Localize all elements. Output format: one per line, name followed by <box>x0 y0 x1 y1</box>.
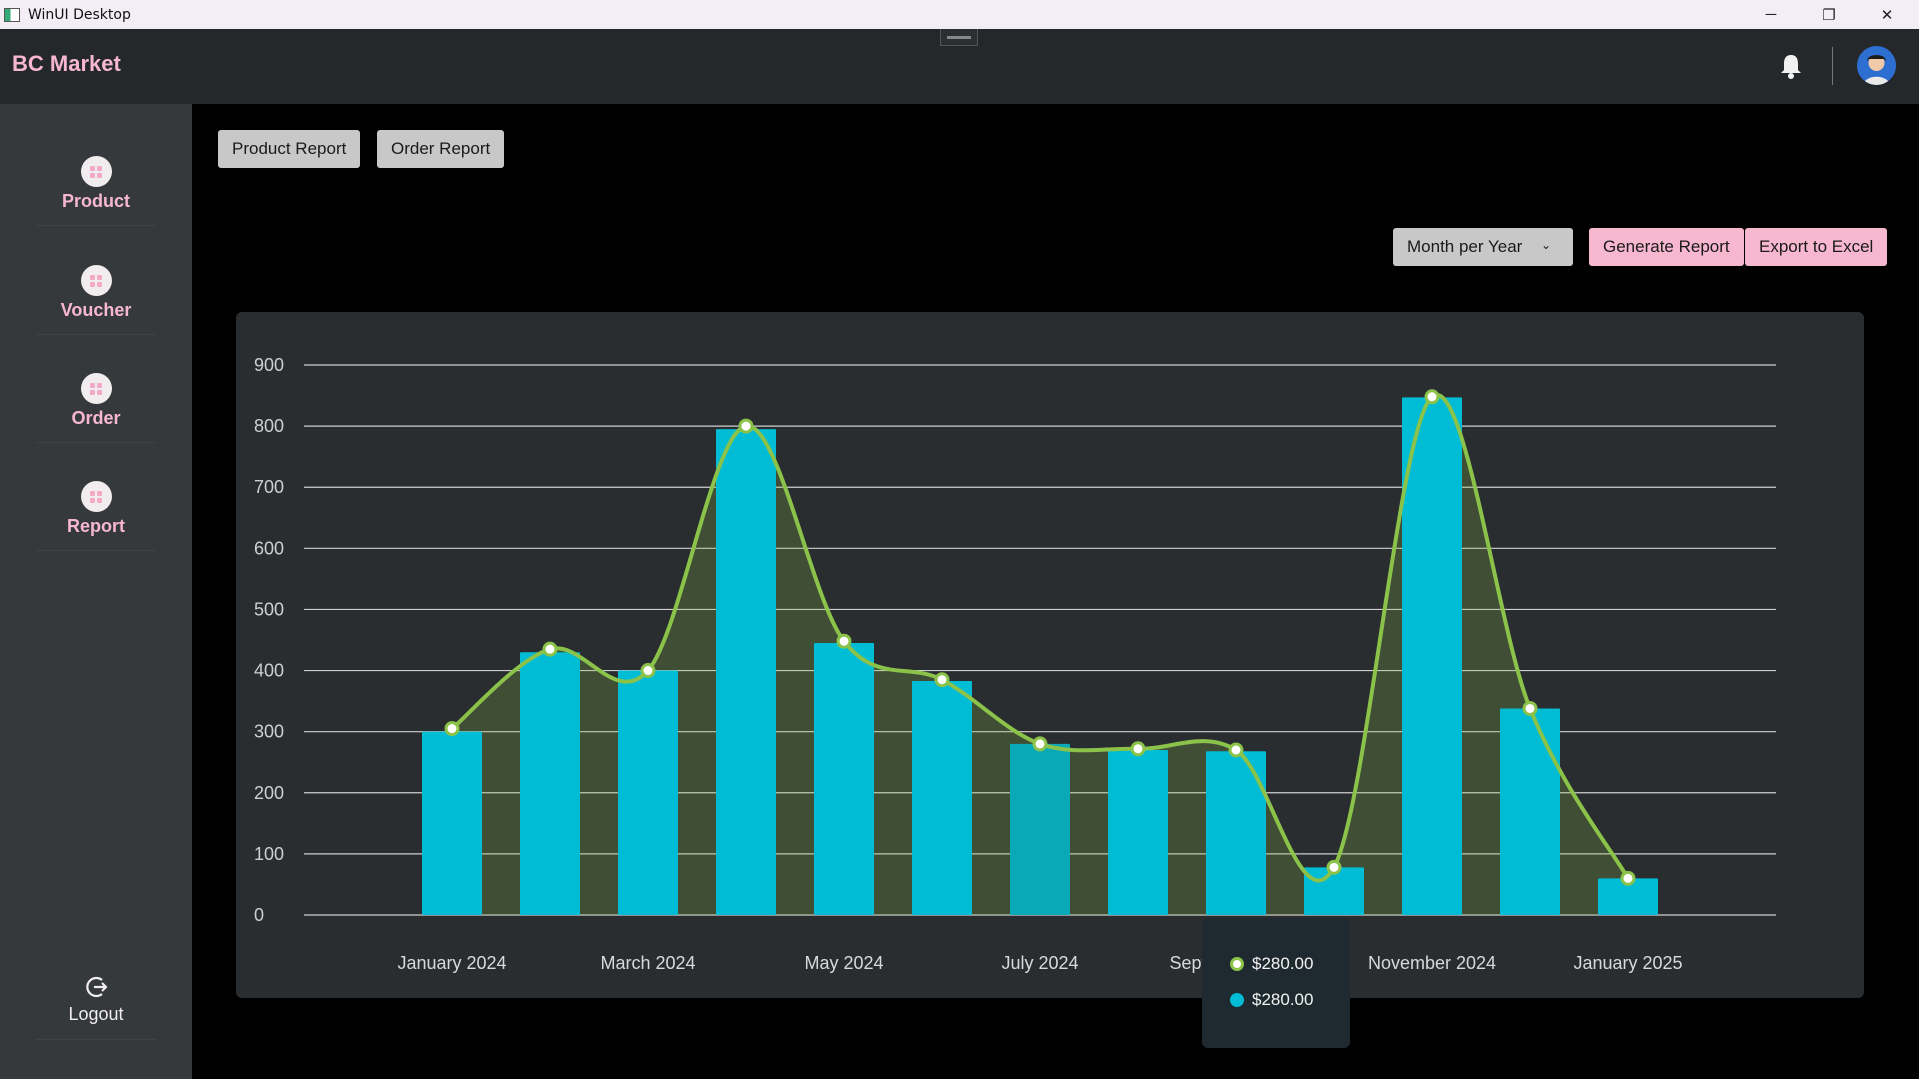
y-tick-label: 800 <box>254 416 284 436</box>
x-tick-label: March 2024 <box>600 953 695 973</box>
y-tick-label: 500 <box>254 599 284 619</box>
sidebar-item-label: Voucher <box>60 300 132 320</box>
y-tick-label: 300 <box>254 722 284 742</box>
chevron-down-icon: ⌄ <box>1540 238 1551 252</box>
drag-grip[interactable] <box>940 29 978 46</box>
sidebar-item-voucher[interactable]: Voucher <box>36 259 156 335</box>
window-titlebar: WinUI Desktop ─ ❐ ✕ <box>0 0 1919 29</box>
period-select[interactable]: Month per Year ⌄ <box>1393 228 1573 266</box>
line-point <box>738 418 754 434</box>
tooltip-line-value: $280.00 <box>1252 954 1314 973</box>
chart-svg: 0 100 200 300 400 500 600 700 800 900 January 2024… <box>254 355 1776 973</box>
sidebar-item-order[interactable]: Order <box>36 367 156 443</box>
y-tick-label: 200 <box>254 783 284 803</box>
x-tick-label: May 2024 <box>804 953 883 973</box>
order-report-button[interactable]: Order Report <box>377 130 505 168</box>
line-point <box>1228 742 1244 758</box>
grid-icon <box>80 265 112 296</box>
grid-icon <box>80 156 112 187</box>
bar <box>814 643 874 915</box>
sidebar-item-label: Report <box>67 516 125 536</box>
tooltip-bar-value: $280.00 <box>1252 990 1314 1009</box>
sidebar-item-product[interactable]: Product <box>36 150 156 226</box>
line-point <box>1620 870 1636 886</box>
line-point <box>1032 736 1048 752</box>
brand-title: BC Market <box>12 51 121 76</box>
line-point <box>542 641 558 657</box>
y-tick-label: 0 <box>254 905 264 925</box>
bar <box>1500 708 1560 915</box>
bar <box>422 731 482 915</box>
minimize-button[interactable]: ─ <box>1742 0 1800 29</box>
bar <box>520 652 580 915</box>
line-point <box>1326 859 1342 875</box>
line-series-marker <box>1230 957 1244 971</box>
period-select-value: Month per Year <box>1407 237 1523 256</box>
window-title: WinUI Desktop <box>28 6 131 23</box>
logout-label: Logout <box>68 1004 124 1024</box>
y-tick-label: 900 <box>254 355 284 375</box>
logout-icon <box>86 976 108 998</box>
bar <box>912 680 972 915</box>
y-tick-label: 600 <box>254 538 284 558</box>
y-tick-label: 700 <box>254 477 284 497</box>
x-tick-label: July 2024 <box>1001 953 1078 973</box>
line-point <box>444 721 460 737</box>
bar-series-marker <box>1230 993 1244 1007</box>
generate-report-button[interactable]: Generate Report <box>1589 228 1744 266</box>
y-tick-label: 400 <box>254 661 284 681</box>
x-tick-label: November 2024 <box>1368 953 1496 973</box>
bar <box>1402 397 1462 915</box>
sidebar-item-label: Product <box>61 191 130 211</box>
chart-tooltip: $280.00 $280.00 <box>1202 918 1350 1048</box>
line-point <box>1130 741 1146 757</box>
x-tick-label: January 2024 <box>397 953 506 973</box>
bar <box>1108 750 1168 915</box>
sidebar-item-label: Order <box>71 408 121 428</box>
close-button[interactable]: ✕ <box>1858 0 1916 29</box>
product-report-button[interactable]: Product Report <box>218 130 361 168</box>
header-divider <box>1832 47 1833 85</box>
y-tick-label: 100 <box>254 844 284 864</box>
export-excel-button[interactable]: Export to Excel <box>1745 228 1888 266</box>
restore-button[interactable]: ❐ <box>1800 0 1858 29</box>
line-point <box>836 633 852 649</box>
grid-icon <box>80 373 112 404</box>
avatar[interactable] <box>1857 46 1896 85</box>
report-chart: 0 100 200 300 400 500 600 700 800 900 January 2024… <box>236 312 1864 1048</box>
app-icon <box>4 7 20 22</box>
bell-icon[interactable] <box>1778 52 1804 80</box>
grid-icon <box>80 481 112 512</box>
sidebar: Product Voucher Order Report Logout <box>0 104 192 1079</box>
bar <box>1010 743 1070 915</box>
logout-button[interactable]: Logout <box>36 974 156 1040</box>
x-tick-label: January 2025 <box>1573 953 1682 973</box>
line-point <box>934 672 950 688</box>
line-point <box>640 663 656 679</box>
app-header: BC Market <box>0 29 1919 104</box>
line-point <box>1424 389 1440 405</box>
bar <box>618 670 678 915</box>
sidebar-item-report[interactable]: Report <box>36 475 156 551</box>
line-point <box>1522 700 1538 716</box>
bar <box>716 429 776 915</box>
